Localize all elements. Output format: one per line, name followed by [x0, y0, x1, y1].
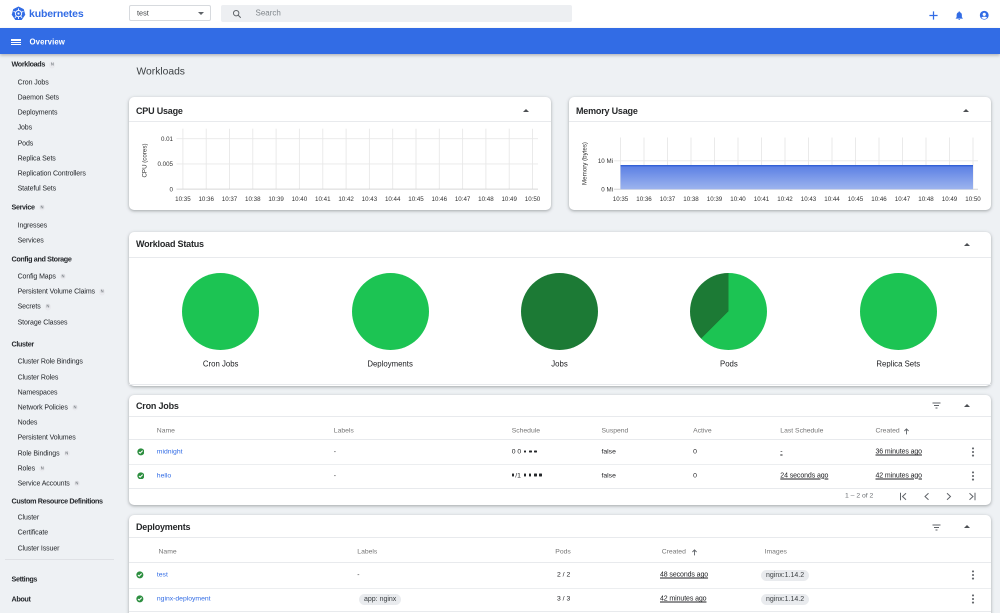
svg-text:10:40: 10:40 [291, 196, 307, 203]
svg-text:10:50: 10:50 [524, 196, 540, 203]
svg-text:10:35: 10:35 [612, 196, 628, 203]
svg-text:10:44: 10:44 [384, 196, 400, 203]
svg-text:10:47: 10:47 [894, 196, 910, 203]
svg-text:10:45: 10:45 [847, 196, 863, 203]
svg-text:10:41: 10:41 [753, 196, 769, 203]
svg-text:CPU (cores): CPU (cores) [141, 143, 148, 177]
svg-text:10:43: 10:43 [361, 196, 377, 203]
svg-text:10:38: 10:38 [683, 196, 699, 203]
svg-text:10 Mi: 10 Mi [597, 158, 612, 165]
svg-text:10:42: 10:42 [777, 196, 793, 203]
svg-text:10:37: 10:37 [221, 196, 237, 203]
svg-text:10:41: 10:41 [315, 196, 331, 203]
svg-text:10:35: 10:35 [175, 196, 191, 203]
svg-text:10:43: 10:43 [800, 196, 816, 203]
svg-text:0: 0 [169, 186, 173, 193]
svg-text:10:48: 10:48 [918, 196, 934, 203]
svg-text:10:36: 10:36 [636, 196, 652, 203]
svg-text:10:47: 10:47 [454, 196, 470, 203]
svg-text:10:46: 10:46 [871, 196, 887, 203]
svg-text:10:50: 10:50 [965, 196, 981, 203]
svg-text:10:39: 10:39 [706, 196, 722, 203]
svg-text:Memory (bytes): Memory (bytes) [581, 142, 588, 185]
svg-text:10:38: 10:38 [245, 196, 261, 203]
svg-text:10:37: 10:37 [659, 196, 675, 203]
svg-text:10:49: 10:49 [501, 196, 517, 203]
svg-text:10:48: 10:48 [478, 196, 494, 203]
svg-text:10:44: 10:44 [824, 196, 840, 203]
svg-text:10:46: 10:46 [431, 196, 447, 203]
svg-text:0.01: 0.01 [160, 136, 173, 143]
svg-text:0 Mi: 0 Mi [601, 186, 613, 193]
svg-text:10:45: 10:45 [408, 196, 424, 203]
svg-text:10:49: 10:49 [941, 196, 957, 203]
svg-text:0.005: 0.005 [157, 161, 173, 168]
svg-text:10:42: 10:42 [338, 196, 354, 203]
svg-text:10:36: 10:36 [198, 196, 214, 203]
svg-text:10:39: 10:39 [268, 196, 284, 203]
svg-text:10:40: 10:40 [730, 196, 746, 203]
